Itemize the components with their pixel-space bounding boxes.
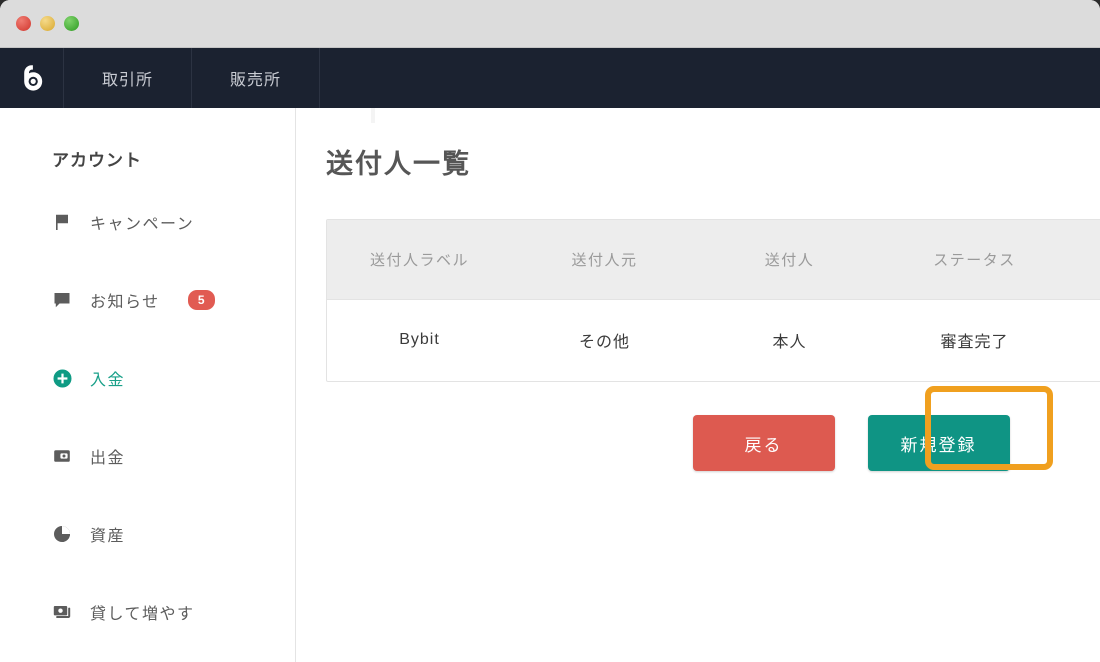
table-head: 送付人ラベル 送付人元 送付人 ステータス — [327, 220, 1100, 299]
sidebar-item-assets[interactable]: 資産 — [0, 495, 295, 573]
cell-actions — [1067, 299, 1100, 381]
cell-sender-status: 審査完了 — [882, 299, 1067, 381]
notices-badge: 5 — [188, 290, 215, 310]
sidebar-item-lending-label: 貸して増やす — [90, 600, 195, 624]
sidebar-item-withdraw-label: 出金 — [90, 444, 125, 468]
window-titlebar — [0, 0, 1100, 48]
column-header-actions — [1067, 220, 1100, 299]
navbar-spacer — [320, 48, 1100, 108]
sidebar-item-campaign-label: キャンペーン — [90, 210, 194, 234]
column-header-label: 送付人ラベル — [327, 220, 512, 299]
nav-indicator — [371, 108, 375, 123]
tab-exchange-label: 取引所 — [102, 66, 153, 90]
tab-sales-label: 販売所 — [230, 66, 281, 90]
app-body: アカウント キャンペーン お知らせ 5 入金 — [0, 108, 1100, 662]
top-navbar: 取引所 販売所 — [0, 48, 1100, 108]
sidebar-item-assets-label: 資産 — [90, 522, 125, 546]
sidebar-item-campaign[interactable]: キャンペーン — [0, 183, 295, 261]
table-header-row: 送付人ラベル 送付人元 送付人 ステータス — [327, 220, 1100, 299]
senders-table-container: 送付人ラベル 送付人元 送付人 ステータス Bybit その他 本人 審査完了 — [326, 219, 1100, 382]
minimize-button[interactable] — [40, 16, 55, 31]
new-registration-button[interactable]: 新規登録 — [868, 415, 1010, 471]
plus-circle-icon — [52, 368, 72, 388]
column-header-from: 送付人元 — [512, 220, 697, 299]
back-button[interactable]: 戻る — [693, 415, 835, 471]
action-button-row: 戻る 新規登録 — [326, 415, 1100, 471]
bitbank-logo[interactable] — [0, 48, 64, 108]
sidebar-item-lending[interactable]: 貸して増やす — [0, 573, 295, 651]
column-header-sender: 送付人 — [697, 220, 882, 299]
sidebar-item-notices[interactable]: お知らせ 5 — [0, 261, 295, 339]
table-row[interactable]: Bybit その他 本人 審査完了 — [327, 299, 1100, 381]
sidebar-item-withdraw[interactable]: 出金 — [0, 417, 295, 495]
tab-sales[interactable]: 販売所 — [192, 48, 320, 108]
sidebar: アカウント キャンペーン お知らせ 5 入金 — [0, 108, 296, 662]
sidebar-item-notices-label: お知らせ — [90, 288, 160, 312]
sidebar-item-deposit-label: 入金 — [90, 366, 125, 390]
flag-icon — [52, 212, 72, 232]
tab-exchange[interactable]: 取引所 — [64, 48, 192, 108]
comment-icon — [52, 290, 72, 310]
banknotes-icon — [52, 602, 72, 622]
cell-sender-from: その他 — [512, 299, 697, 381]
cell-sender-person: 本人 — [697, 299, 882, 381]
cell-sender-label: Bybit — [327, 299, 512, 381]
wallet-icon — [52, 446, 72, 466]
table-body: Bybit その他 本人 審査完了 — [327, 299, 1100, 381]
senders-table: 送付人ラベル 送付人元 送付人 ステータス Bybit その他 本人 審査完了 — [327, 220, 1100, 381]
app-window: 取引所 販売所 アカウント キャンペーン お知らせ 5 — [0, 0, 1100, 662]
sidebar-item-deposit[interactable]: 入金 — [0, 339, 295, 417]
sidebar-heading: アカウント — [0, 134, 295, 183]
main-content: 送付人一覧 送付人ラベル 送付人元 送付人 ステータス — [296, 108, 1100, 662]
pie-chart-icon — [52, 524, 72, 544]
close-button[interactable] — [16, 16, 31, 31]
zoom-button[interactable] — [64, 16, 79, 31]
page-title: 送付人一覧 — [326, 142, 1100, 181]
column-header-status: ステータス — [882, 220, 1067, 299]
